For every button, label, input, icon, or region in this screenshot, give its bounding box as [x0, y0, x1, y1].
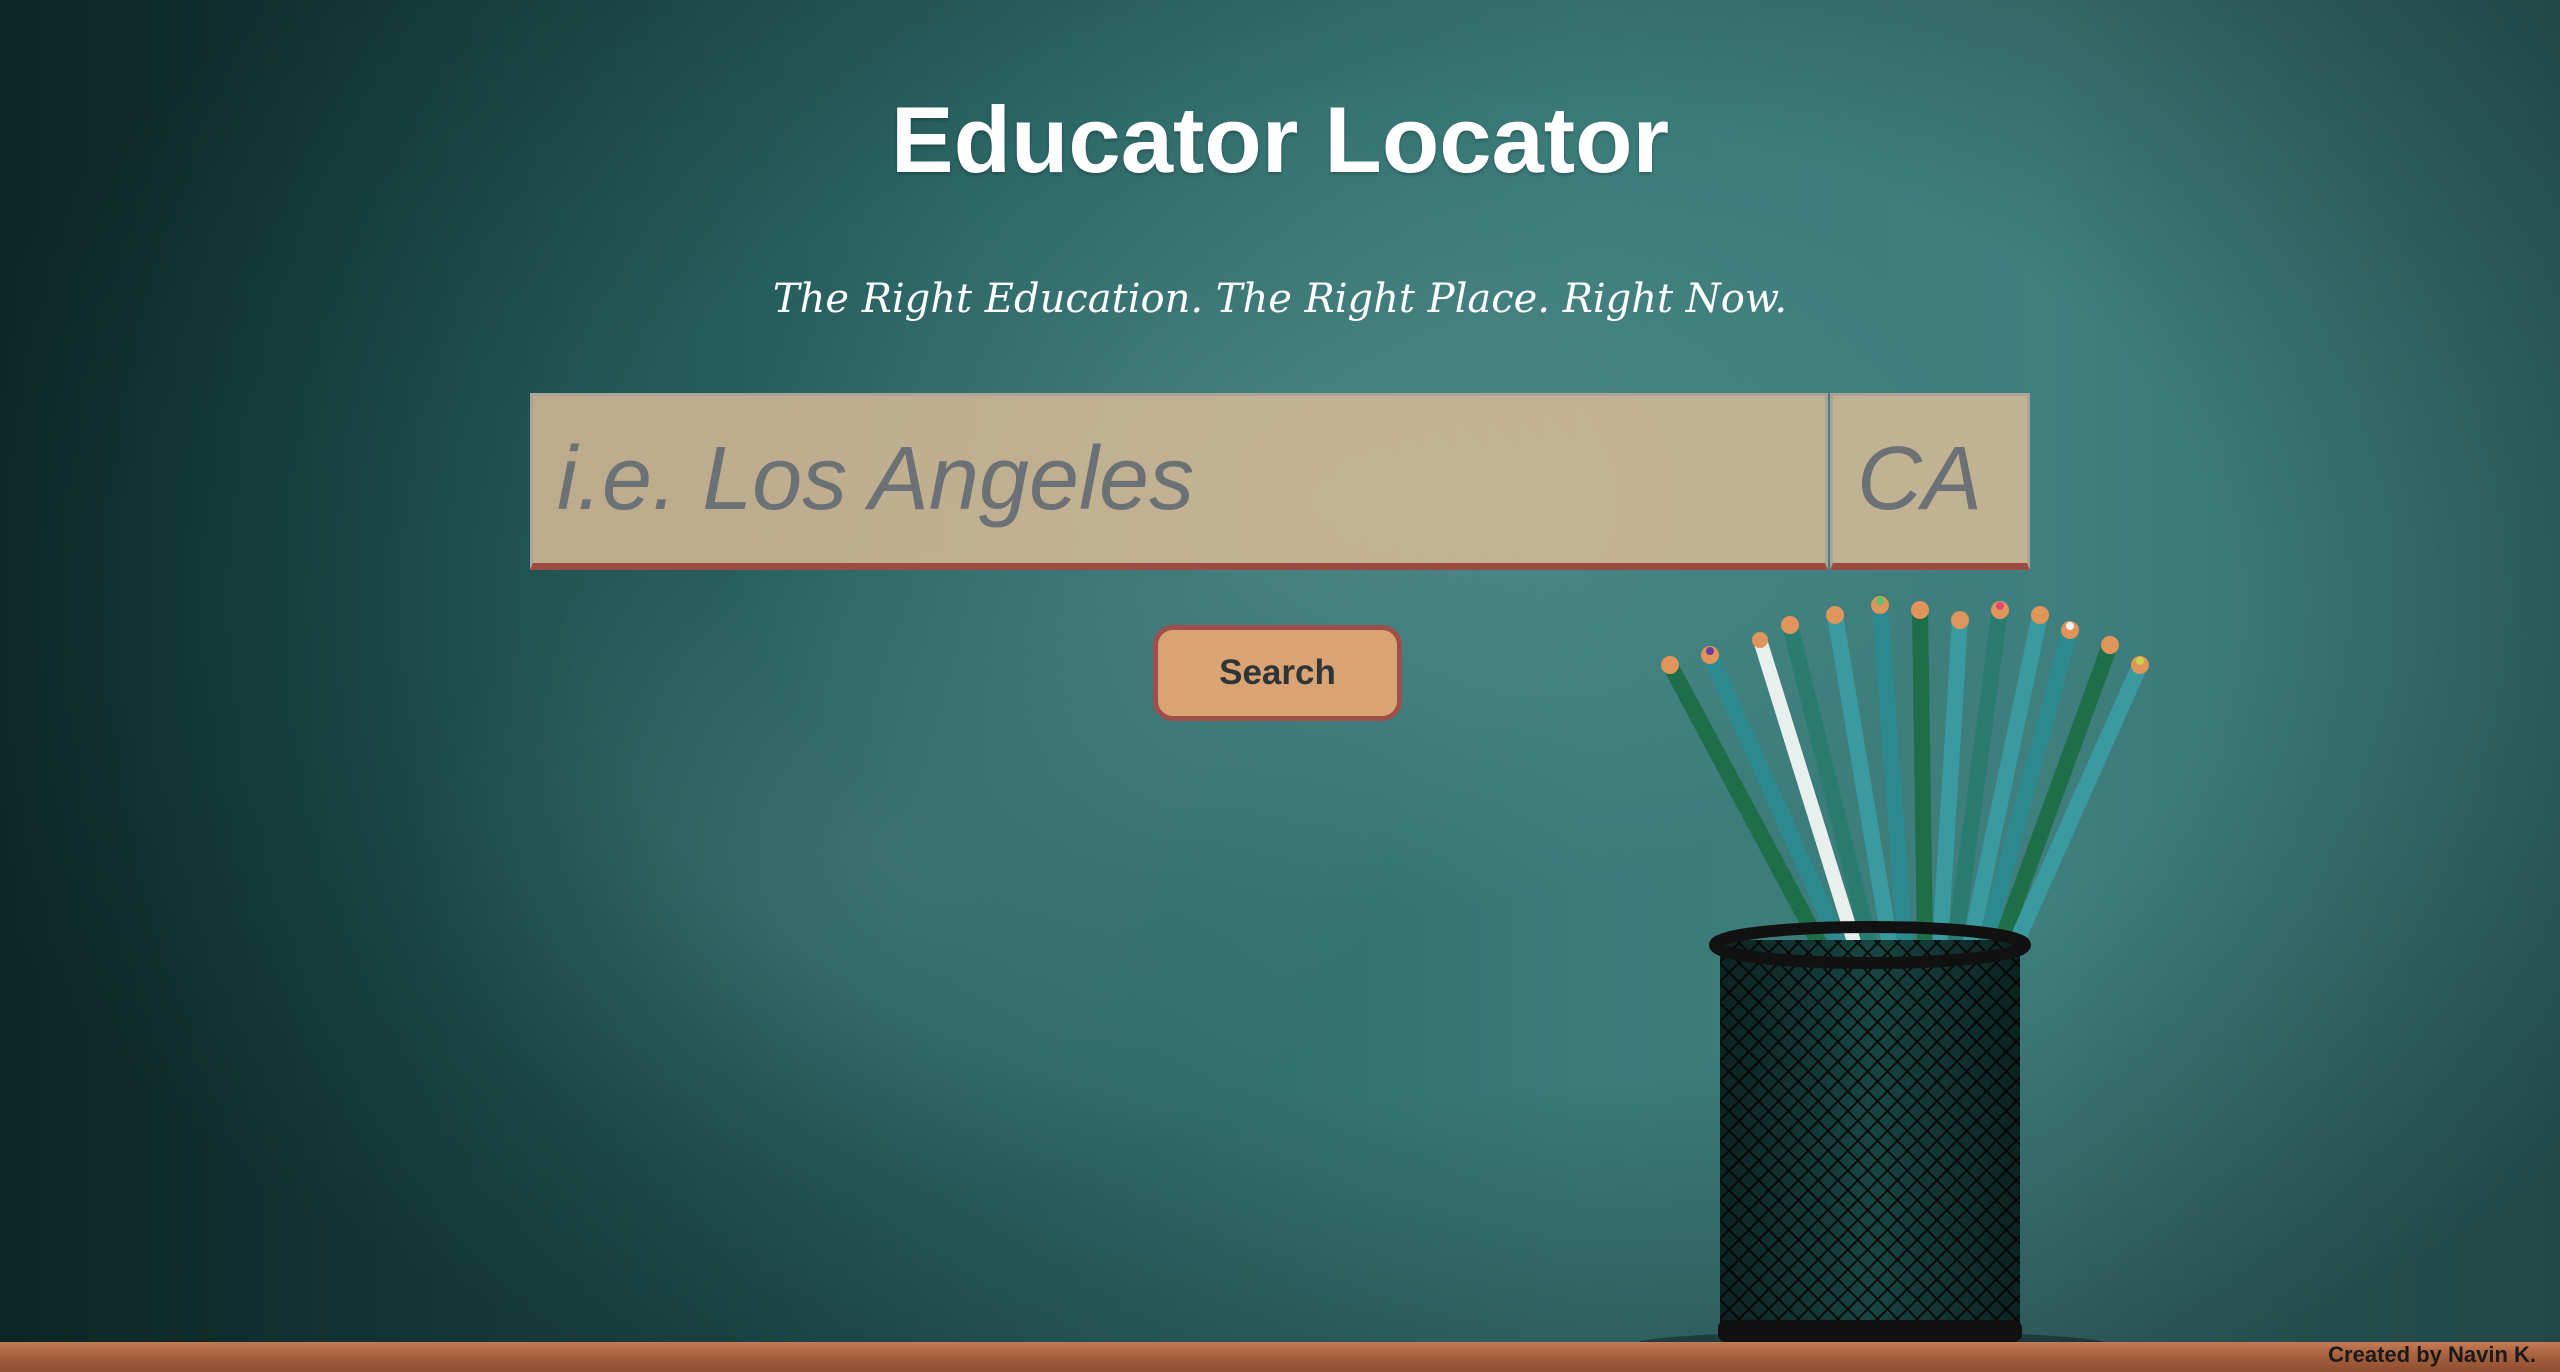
- state-input[interactable]: [1830, 393, 2030, 570]
- search-button[interactable]: Search: [1153, 625, 1402, 721]
- page-tagline: The Right Education. The Right Place. Ri…: [772, 276, 1788, 322]
- pencil-cup-image: [1640, 596, 2149, 1355]
- city-input[interactable]: [530, 393, 1828, 570]
- page-title: Educator Locator: [890, 87, 1670, 192]
- desk-surface: [0, 1342, 2560, 1372]
- credit-text: Created by Navin K.: [2328, 1342, 2536, 1367]
- search-form: [530, 393, 2030, 570]
